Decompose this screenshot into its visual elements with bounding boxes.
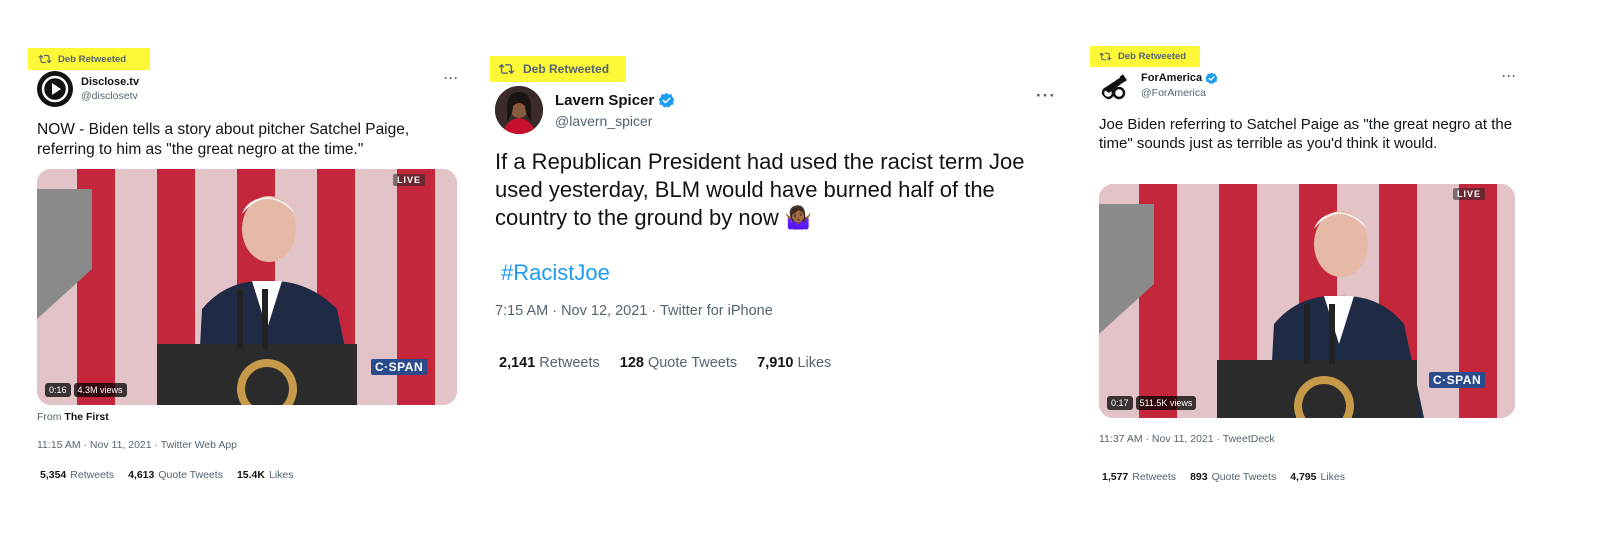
tweet-lavern-spicer[interactable]: Deb Retweeted Lavern Spicer @lavern_spic…: [470, 0, 1070, 534]
network-logo: C·SPAN: [1429, 372, 1486, 388]
retweet-icon: [1099, 52, 1112, 61]
likes-stat[interactable]: 7,910 Likes: [757, 355, 831, 371]
author-name[interactable]: ForAmerica: [1141, 72, 1202, 84]
retweet-banner: Deb Retweeted: [1090, 46, 1200, 67]
tweet-timestamp[interactable]: 7:15 AM · Nov 12, 2021 · Twitter for iPh…: [495, 303, 773, 319]
verified-badge-icon: [1205, 72, 1218, 84]
tweet-foramerica[interactable]: Deb Retweeted ForAmerica @ForAmerica ···…: [1070, 0, 1600, 534]
video-views: 511.5K views: [1135, 396, 1197, 410]
engagement-stats: 5,354 Retweets 4,613 Quote Tweets 15.4K Lik…: [40, 469, 294, 481]
live-badge: LIVE: [393, 174, 426, 186]
tweet-header: Lavern Spicer @lavern_spicer: [495, 86, 675, 134]
video-stats: 0:16 4.3M views: [45, 383, 127, 397]
live-badge: LIVE: [1453, 188, 1486, 200]
avatar[interactable]: [37, 71, 73, 107]
video-views: 4.3M views: [73, 383, 127, 397]
play-logo-icon: [41, 75, 69, 103]
likes-stat[interactable]: 15.4K Likes: [237, 469, 294, 481]
author-handle[interactable]: @ForAmerica: [1141, 87, 1218, 99]
media-source: From The First: [37, 411, 109, 423]
author-handle[interactable]: @disclosetv: [81, 90, 139, 102]
retweets-stat[interactable]: 5,354 Retweets: [40, 469, 114, 481]
retweet-icon: [498, 64, 515, 74]
tweet-header: Disclose.tv @disclosetv: [37, 71, 139, 107]
retweet-label: Deb Retweeted: [523, 62, 610, 76]
video-player[interactable]: LIVE 0:16 4.3M views C·SPAN: [37, 169, 457, 405]
video-stats: 0:17 511.5K views: [1107, 396, 1197, 410]
quote-tweets-stat[interactable]: 893 Quote Tweets: [1190, 471, 1276, 483]
video-player[interactable]: LIVE 0:17 511.5K views C·SPAN: [1099, 184, 1515, 418]
engagement-stats: 2,141 Retweets 128 Quote Tweets 7,910 Likes: [499, 355, 831, 371]
more-options-icon[interactable]: ···: [1502, 69, 1517, 83]
retweets-stat[interactable]: 2,141 Retweets: [499, 355, 600, 371]
retweet-label: Deb Retweeted: [1118, 51, 1187, 62]
source-prefix: From: [37, 411, 62, 423]
network-logo: C·SPAN: [371, 359, 428, 375]
more-options-icon[interactable]: ···: [444, 71, 459, 85]
quote-tweets-stat[interactable]: 128 Quote Tweets: [620, 355, 737, 371]
tweet-timestamp[interactable]: 11:15 AM · Nov 11, 2021 · Twitter Web Ap…: [37, 439, 237, 451]
retweet-banner: Deb Retweeted: [28, 48, 150, 70]
tweet-disclosetv[interactable]: Deb Retweeted Disclose.tv @disclosetv ··…: [0, 0, 470, 534]
tweet-text: Joe Biden referring to Satchel Paige as …: [1099, 116, 1513, 153]
retweet-label: Deb Retweeted: [58, 53, 127, 65]
retweet-icon: [38, 54, 52, 64]
likes-stat[interactable]: 4,795 Likes: [1290, 471, 1345, 483]
video-duration: 0:16: [45, 383, 71, 397]
avatar[interactable]: [495, 86, 543, 134]
author-name[interactable]: Lavern Spicer: [555, 92, 654, 109]
more-options-icon[interactable]: ···: [1036, 86, 1056, 106]
source-name[interactable]: The First: [64, 411, 108, 423]
retweets-stat[interactable]: 1,577 Retweets: [1102, 471, 1176, 483]
tweet-timestamp[interactable]: 11:37 AM · Nov 11, 2021 · TweetDeck: [1099, 433, 1275, 445]
profile-photo: [495, 86, 543, 134]
avatar[interactable]: [1099, 69, 1131, 101]
author-handle[interactable]: @lavern_spicer: [555, 113, 675, 129]
video-duration: 0:17: [1107, 396, 1133, 410]
quote-tweets-stat[interactable]: 4,613 Quote Tweets: [128, 469, 223, 481]
verified-badge-icon: [658, 92, 675, 108]
tweet-text: If a Republican President had used the r…: [495, 149, 1025, 230]
cannon-logo-icon: [1101, 74, 1127, 100]
engagement-stats: 1,577 Retweets 893 Quote Tweets 4,795 Likes: [1102, 471, 1345, 483]
tweet-text: NOW - Biden tells a story about pitcher …: [37, 121, 410, 158]
author-name[interactable]: Disclose.tv: [81, 76, 139, 88]
tweet-header: ForAmerica @ForAmerica: [1099, 69, 1218, 101]
retweet-banner: Deb Retweeted: [490, 56, 626, 82]
hashtag-link[interactable]: #RacistJoe: [501, 260, 610, 286]
